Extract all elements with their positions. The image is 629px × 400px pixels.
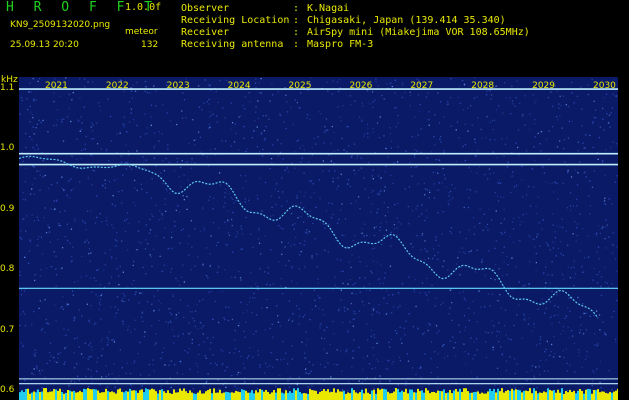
x-tick-label: 2027 [410,81,434,91]
info-row-location: Receiving Location: Chigasaki, Japan (13… [181,15,530,27]
info-key: Receiver [181,27,230,38]
x-tick-label: 2023 [166,81,190,91]
x-tick-label: 2028 [471,81,495,91]
datetime-label: 25.09.13 20:20 [10,40,79,50]
filename-label: KN9_2509132020.png [10,20,111,30]
info-separator: : [293,39,306,50]
station-info: Observer: K.Nagai Receiving Location: Ch… [181,3,530,51]
info-separator: : [293,3,306,14]
x-tick-label: 2026 [349,81,373,91]
x-tick-label: 2025 [288,81,312,91]
info-separator: : [293,27,306,38]
y-tick-label: 0.8 [0,264,15,275]
info-key: Observer [181,3,230,14]
x-tick-label: 2021 [45,81,68,91]
y-tick-label: 1.1 [0,83,15,94]
info-row-observer: Observer: K.Nagai [181,3,530,15]
info-key: Receiving Location [181,15,290,26]
version-label: 1.0.0f [125,2,162,13]
x-tick-label: 2024 [227,81,251,91]
info-value: K.Nagai [307,3,350,14]
spectrogram-svg [19,77,618,400]
noise-layer [19,77,618,400]
info-row-antenna: Receiving antenna: Maspro FM-3 [181,39,530,51]
x-tick-label: 2029 [532,81,556,91]
header: H R O F F T 1.0.0f KN9_2509132020.png me… [0,0,629,74]
info-value: Maspro FM-3 [307,39,374,50]
spectrogram-plot[interactable] [19,77,618,400]
x-tick-label: 2022 [105,81,129,91]
info-value: Chigasaki, Japan (139.414 35.340) [307,15,506,26]
x-tick-label: 2030 [593,81,616,91]
info-value: AirSpy mini (Miakejima VOR 108.65MHz) [307,27,530,38]
y-tick-label: 0.9 [0,203,15,214]
y-tick-label: 0.6 [0,384,15,395]
info-row-receiver: Receiver: AirSpy mini (Miakejima VOR 108… [181,27,530,39]
meteor-count: 132 [141,40,159,50]
y-tick-label: 0.7 [0,324,15,335]
meteor-label: meteor [125,27,158,37]
info-key: Receiving antenna [181,39,284,50]
y-tick-label: 1.0 [0,143,15,154]
info-separator: : [293,15,306,26]
bottom-level-strip [19,388,618,400]
